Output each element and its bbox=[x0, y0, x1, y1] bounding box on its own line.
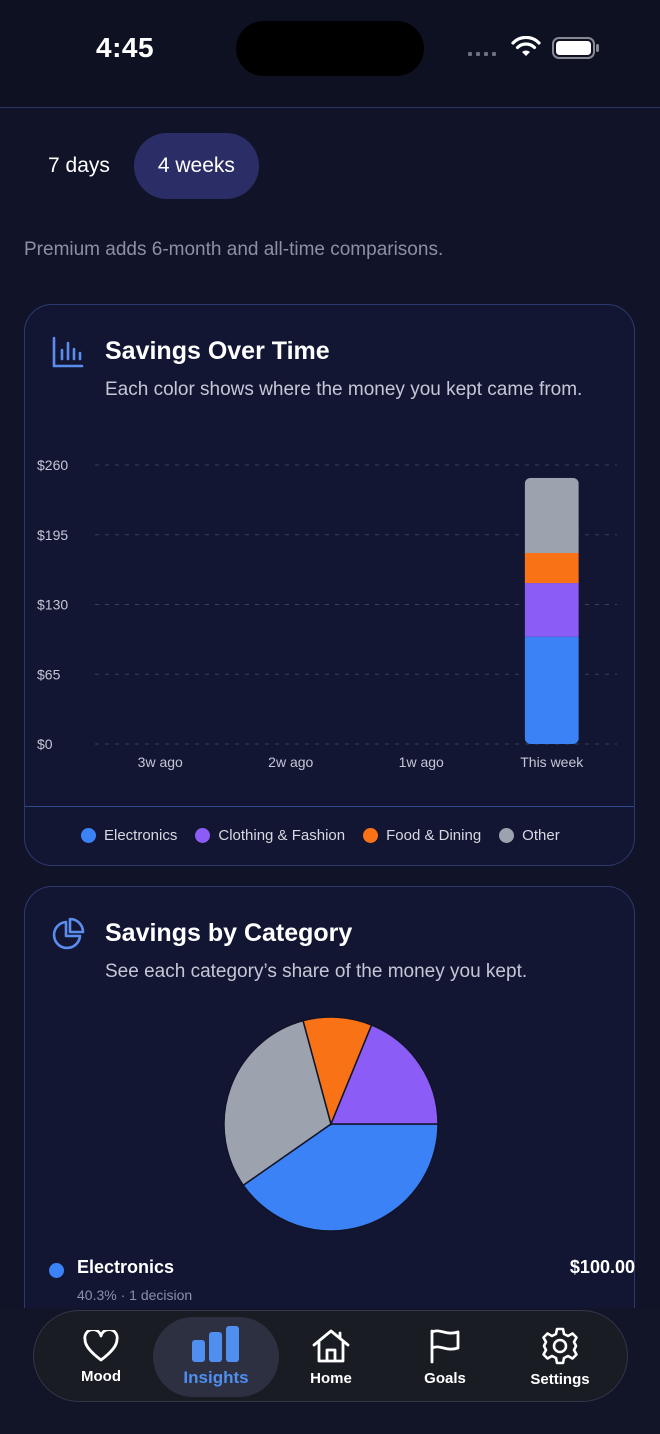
tab-goals[interactable]: Goals bbox=[390, 1311, 500, 1403]
category-label: Electronics bbox=[77, 1257, 175, 1277]
cellular-signal-icon bbox=[468, 52, 496, 56]
tab-settings[interactable]: Settings bbox=[505, 1311, 615, 1403]
bar-segment bbox=[524, 583, 579, 637]
legend-item: Food & Dining bbox=[363, 827, 481, 844]
wifi-icon bbox=[511, 36, 541, 56]
savings-by-category-chart bbox=[223, 1016, 439, 1232]
tab-home[interactable]: Home bbox=[276, 1311, 386, 1403]
battery-icon bbox=[552, 37, 599, 59]
legend-dot-clothing bbox=[195, 828, 211, 843]
bar-segment bbox=[524, 477, 579, 553]
tab-7-days[interactable]: 7 days bbox=[24, 133, 134, 199]
tab-4-weeks[interactable]: 4 weeks bbox=[133, 133, 259, 199]
y-tick-label: $65 bbox=[37, 666, 61, 682]
tab-label: Insights bbox=[183, 1368, 249, 1387]
legend-label: Food & Dining bbox=[386, 827, 482, 844]
legend-dot-other bbox=[499, 828, 515, 843]
category-meta: 40.3% · 1 decision bbox=[77, 1287, 193, 1303]
y-tick-label: $0 bbox=[37, 736, 53, 752]
savings-by-category-card: Savings by Category See each category’s … bbox=[24, 886, 635, 1346]
tab-label: Home bbox=[310, 1369, 352, 1387]
legend-label: Electronics bbox=[104, 827, 178, 844]
bar-segment bbox=[524, 636, 579, 744]
tab-insights[interactable]: Insights bbox=[153, 1317, 279, 1397]
tab-label: Mood bbox=[81, 1367, 121, 1385]
dynamic-island bbox=[236, 21, 424, 76]
legend-item: Electronics bbox=[81, 827, 177, 844]
status-bar: 4:45 bbox=[0, 0, 660, 108]
legend-divider bbox=[25, 806, 634, 807]
x-tick-label: 1w ago bbox=[399, 754, 444, 770]
legend-item: Other bbox=[499, 827, 560, 844]
savings-over-time-chart: $0 $65 $130 $195 $260 3w ago 2w ago 1w ago This … bbox=[37, 457, 617, 770]
tab-bar: Mood Insights Home Goals Settings bbox=[33, 1310, 628, 1402]
x-tick-label: 2w ago bbox=[268, 754, 313, 770]
legend-label: Other bbox=[522, 827, 560, 844]
tab-label: Settings bbox=[530, 1370, 590, 1388]
category-amount: $100.00 bbox=[569, 1257, 635, 1277]
x-tick-label: This week bbox=[520, 754, 584, 770]
x-tick-label: 3w ago bbox=[138, 754, 183, 770]
premium-note: Premium adds 6-month and all-time compar… bbox=[24, 239, 444, 260]
legend-item: Clothing & Fashion bbox=[195, 827, 345, 844]
gear-icon bbox=[542, 1327, 578, 1364]
tab-label: Goals bbox=[424, 1369, 466, 1387]
tab-mood[interactable]: Mood bbox=[46, 1311, 156, 1403]
stacked-bar bbox=[524, 477, 579, 744]
savings-over-time-card: Savings Over Time Each color shows where… bbox=[24, 304, 635, 866]
category-dot bbox=[49, 1263, 64, 1278]
legend-dot-food bbox=[363, 828, 379, 843]
legend-label: Clothing & Fashion bbox=[218, 827, 346, 844]
flag-icon bbox=[430, 1328, 460, 1363]
y-tick-label: $195 bbox=[37, 527, 68, 543]
range-selector: 7 days 4 weeks bbox=[24, 133, 259, 199]
status-time: 4:45 bbox=[96, 32, 155, 63]
y-tick-label: $130 bbox=[37, 597, 68, 613]
chart-legend: Electronics Clothing & Fashion Food & Di… bbox=[81, 827, 560, 844]
bar-segment bbox=[524, 552, 579, 584]
heart-icon bbox=[83, 1329, 119, 1361]
legend-dot-electronics bbox=[81, 828, 96, 843]
bar-chart-icon bbox=[192, 1326, 239, 1362]
home-icon bbox=[312, 1329, 350, 1362]
y-tick-label: $260 bbox=[37, 457, 68, 473]
